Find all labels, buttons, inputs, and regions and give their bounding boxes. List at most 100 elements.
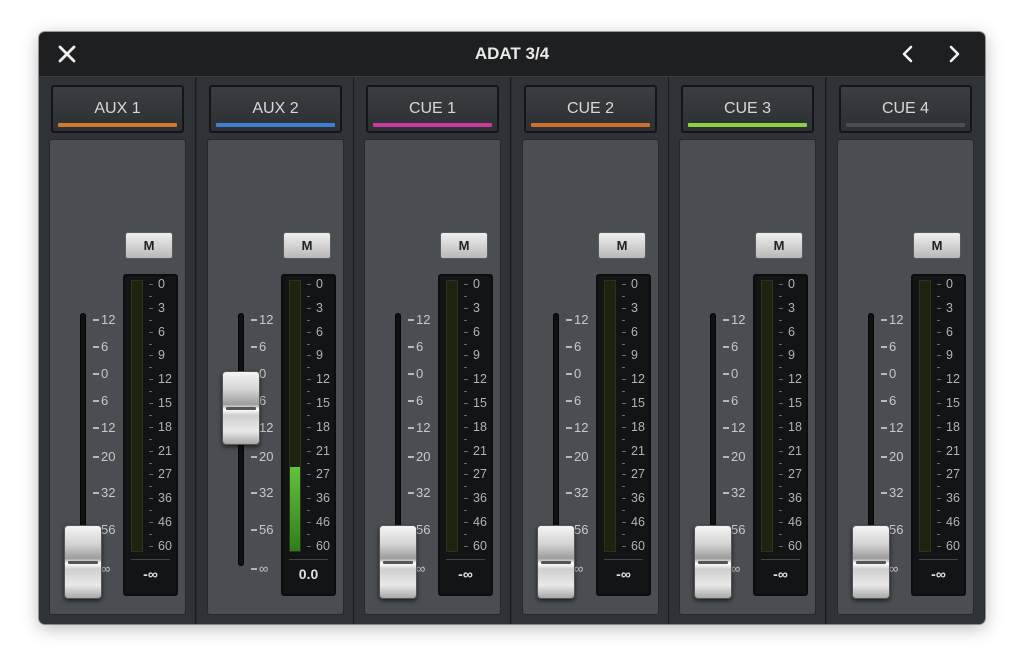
channel-name-button[interactable]: CUE 2 xyxy=(524,85,657,133)
fader-handle[interactable] xyxy=(64,525,102,599)
channel-name-button[interactable]: AUX 2 xyxy=(209,85,342,133)
fader-handle[interactable] xyxy=(537,525,575,599)
meter-tick xyxy=(779,284,783,285)
meter-scale-label: 46 xyxy=(788,515,802,529)
channel-color-line xyxy=(846,123,965,127)
fader-scale-label: 6 xyxy=(101,393,109,408)
meter-tick xyxy=(149,522,153,523)
meter-tick xyxy=(779,379,783,381)
meter-tick-minor xyxy=(307,486,310,488)
meter-tick xyxy=(622,379,626,381)
level-meter: 0 3 6 9 12 15 18 21 27 36 46 60 -∞ xyxy=(596,274,651,596)
meter-tick xyxy=(464,474,468,476)
meter-scale-label: 3 xyxy=(788,300,795,315)
meter-tick xyxy=(307,355,311,357)
mute-button[interactable]: M xyxy=(283,232,331,259)
meter-scale-label: 36 xyxy=(473,491,487,506)
meter-divider xyxy=(446,559,485,560)
meter-tick xyxy=(937,450,941,452)
channel-name-button[interactable]: CUE 1 xyxy=(366,85,499,133)
channel-strip-panel: M 0 3 6 9 12 15 18 21 27 36 46 60 0.0 12 6 0 6 12 20 32 56 ∞ xyxy=(207,139,344,615)
chevron-left-icon[interactable] xyxy=(892,32,922,76)
chevron-right-icon[interactable] xyxy=(940,32,970,76)
channel-1: AUX 1 M 0 3 6 9 12 15 18 21 27 36 46 60 -∞ 12 6 0 6 12 20 32 5… xyxy=(39,77,196,624)
channel-name-button[interactable]: CUE 4 xyxy=(839,85,972,133)
level-meter: 0 3 6 9 12 15 18 21 27 36 46 60 -∞ xyxy=(438,274,493,596)
fader-handle[interactable] xyxy=(852,525,890,599)
fader-scale-label: 12 xyxy=(731,312,746,327)
fader-scale-tick xyxy=(93,492,99,494)
level-meter: 0 3 6 9 12 15 18 21 27 36 46 60 -∞ xyxy=(753,274,808,596)
meter-scale-label: 0 xyxy=(946,277,953,291)
meter-tick xyxy=(149,498,153,500)
fader-handle[interactable] xyxy=(222,370,260,445)
meter-tick-minor xyxy=(779,319,782,321)
meter-scale-label: 36 xyxy=(788,491,802,506)
fader-scale-tick xyxy=(408,319,414,321)
fader-scale-label: 6 xyxy=(416,339,424,354)
level-readout: -∞ xyxy=(931,566,946,582)
meter-tick-minor xyxy=(937,367,940,369)
meter-tick xyxy=(622,545,626,547)
meter-tick xyxy=(307,403,311,404)
meter-tick-minor xyxy=(149,533,152,535)
channel-color-line xyxy=(58,123,177,127)
meter-tick xyxy=(307,379,311,381)
meter-scale-label: 3 xyxy=(631,300,638,315)
meter-scale-label: 12 xyxy=(631,372,645,387)
fader-scale-label: 0 xyxy=(101,366,109,381)
channel-name-button[interactable]: AUX 1 xyxy=(51,85,184,133)
meter-tick xyxy=(779,545,783,547)
channel-name-label: AUX 2 xyxy=(252,100,299,117)
meter-scale-label: 18 xyxy=(631,419,645,434)
meter-tick-minor xyxy=(622,367,625,369)
meter-tick-minor xyxy=(622,295,625,297)
fader-scale-tick xyxy=(408,456,414,458)
fader-scale-tick xyxy=(251,346,257,348)
fader-scale-label: 56 xyxy=(101,522,116,537)
mute-button[interactable]: M xyxy=(913,232,961,259)
fader-scale-tick xyxy=(251,319,257,321)
channel-strip-panel: M 0 3 6 9 12 15 18 21 27 36 46 60 -∞ 12 6 0 6 12 20 32 56 ∞ xyxy=(679,139,816,615)
fader-scale-tick xyxy=(93,373,99,375)
meter-tick xyxy=(464,379,468,381)
meter-scale-label: 21 xyxy=(946,443,960,458)
meter-scale-label: 9 xyxy=(473,348,480,363)
meter-scale-label: 12 xyxy=(316,372,330,387)
meter-scale-label: 9 xyxy=(788,348,795,363)
meter-tick-minor xyxy=(149,391,152,393)
meter-tick xyxy=(149,474,153,476)
fader-scale-label: 12 xyxy=(574,312,589,327)
meter-scale-label: 6 xyxy=(946,324,953,339)
meter-tick xyxy=(149,355,153,357)
channel-name-button[interactable]: CUE 3 xyxy=(681,85,814,133)
level-meter: 0 3 6 9 12 15 18 21 27 36 46 60 -∞ xyxy=(911,274,966,596)
meter-scale-label: 27 xyxy=(158,467,172,482)
mute-button[interactable]: M xyxy=(440,232,488,259)
fader-scale-tick xyxy=(566,400,572,402)
fader-handle[interactable] xyxy=(694,525,732,599)
meter-tick-minor xyxy=(307,462,310,464)
meter-scale-label: 6 xyxy=(631,324,638,339)
mute-button[interactable]: M xyxy=(125,232,173,259)
meter-tick xyxy=(622,355,626,357)
mute-button[interactable]: M xyxy=(755,232,803,259)
fader-scale-tick xyxy=(93,319,99,321)
meter-tick-minor xyxy=(937,343,940,345)
meter-bar xyxy=(446,280,458,552)
fader-scale-label: 6 xyxy=(731,393,739,408)
meter-bar xyxy=(604,280,616,552)
meter-scale-label: 27 xyxy=(316,467,330,482)
mute-button[interactable]: M xyxy=(598,232,646,259)
meter-scale-label: 6 xyxy=(316,324,323,339)
fader-scale-tick xyxy=(881,346,887,348)
meter-scale-label: 0 xyxy=(316,277,323,291)
meter-tick xyxy=(149,284,153,285)
meter-tick xyxy=(307,522,311,523)
meter-scale-label: 3 xyxy=(158,300,165,315)
meter-scale-label: 36 xyxy=(946,491,960,506)
fader-handle[interactable] xyxy=(379,525,417,599)
meter-tick xyxy=(307,474,311,476)
meter-scale-label: 21 xyxy=(158,443,172,458)
meter-tick-minor xyxy=(622,343,625,345)
